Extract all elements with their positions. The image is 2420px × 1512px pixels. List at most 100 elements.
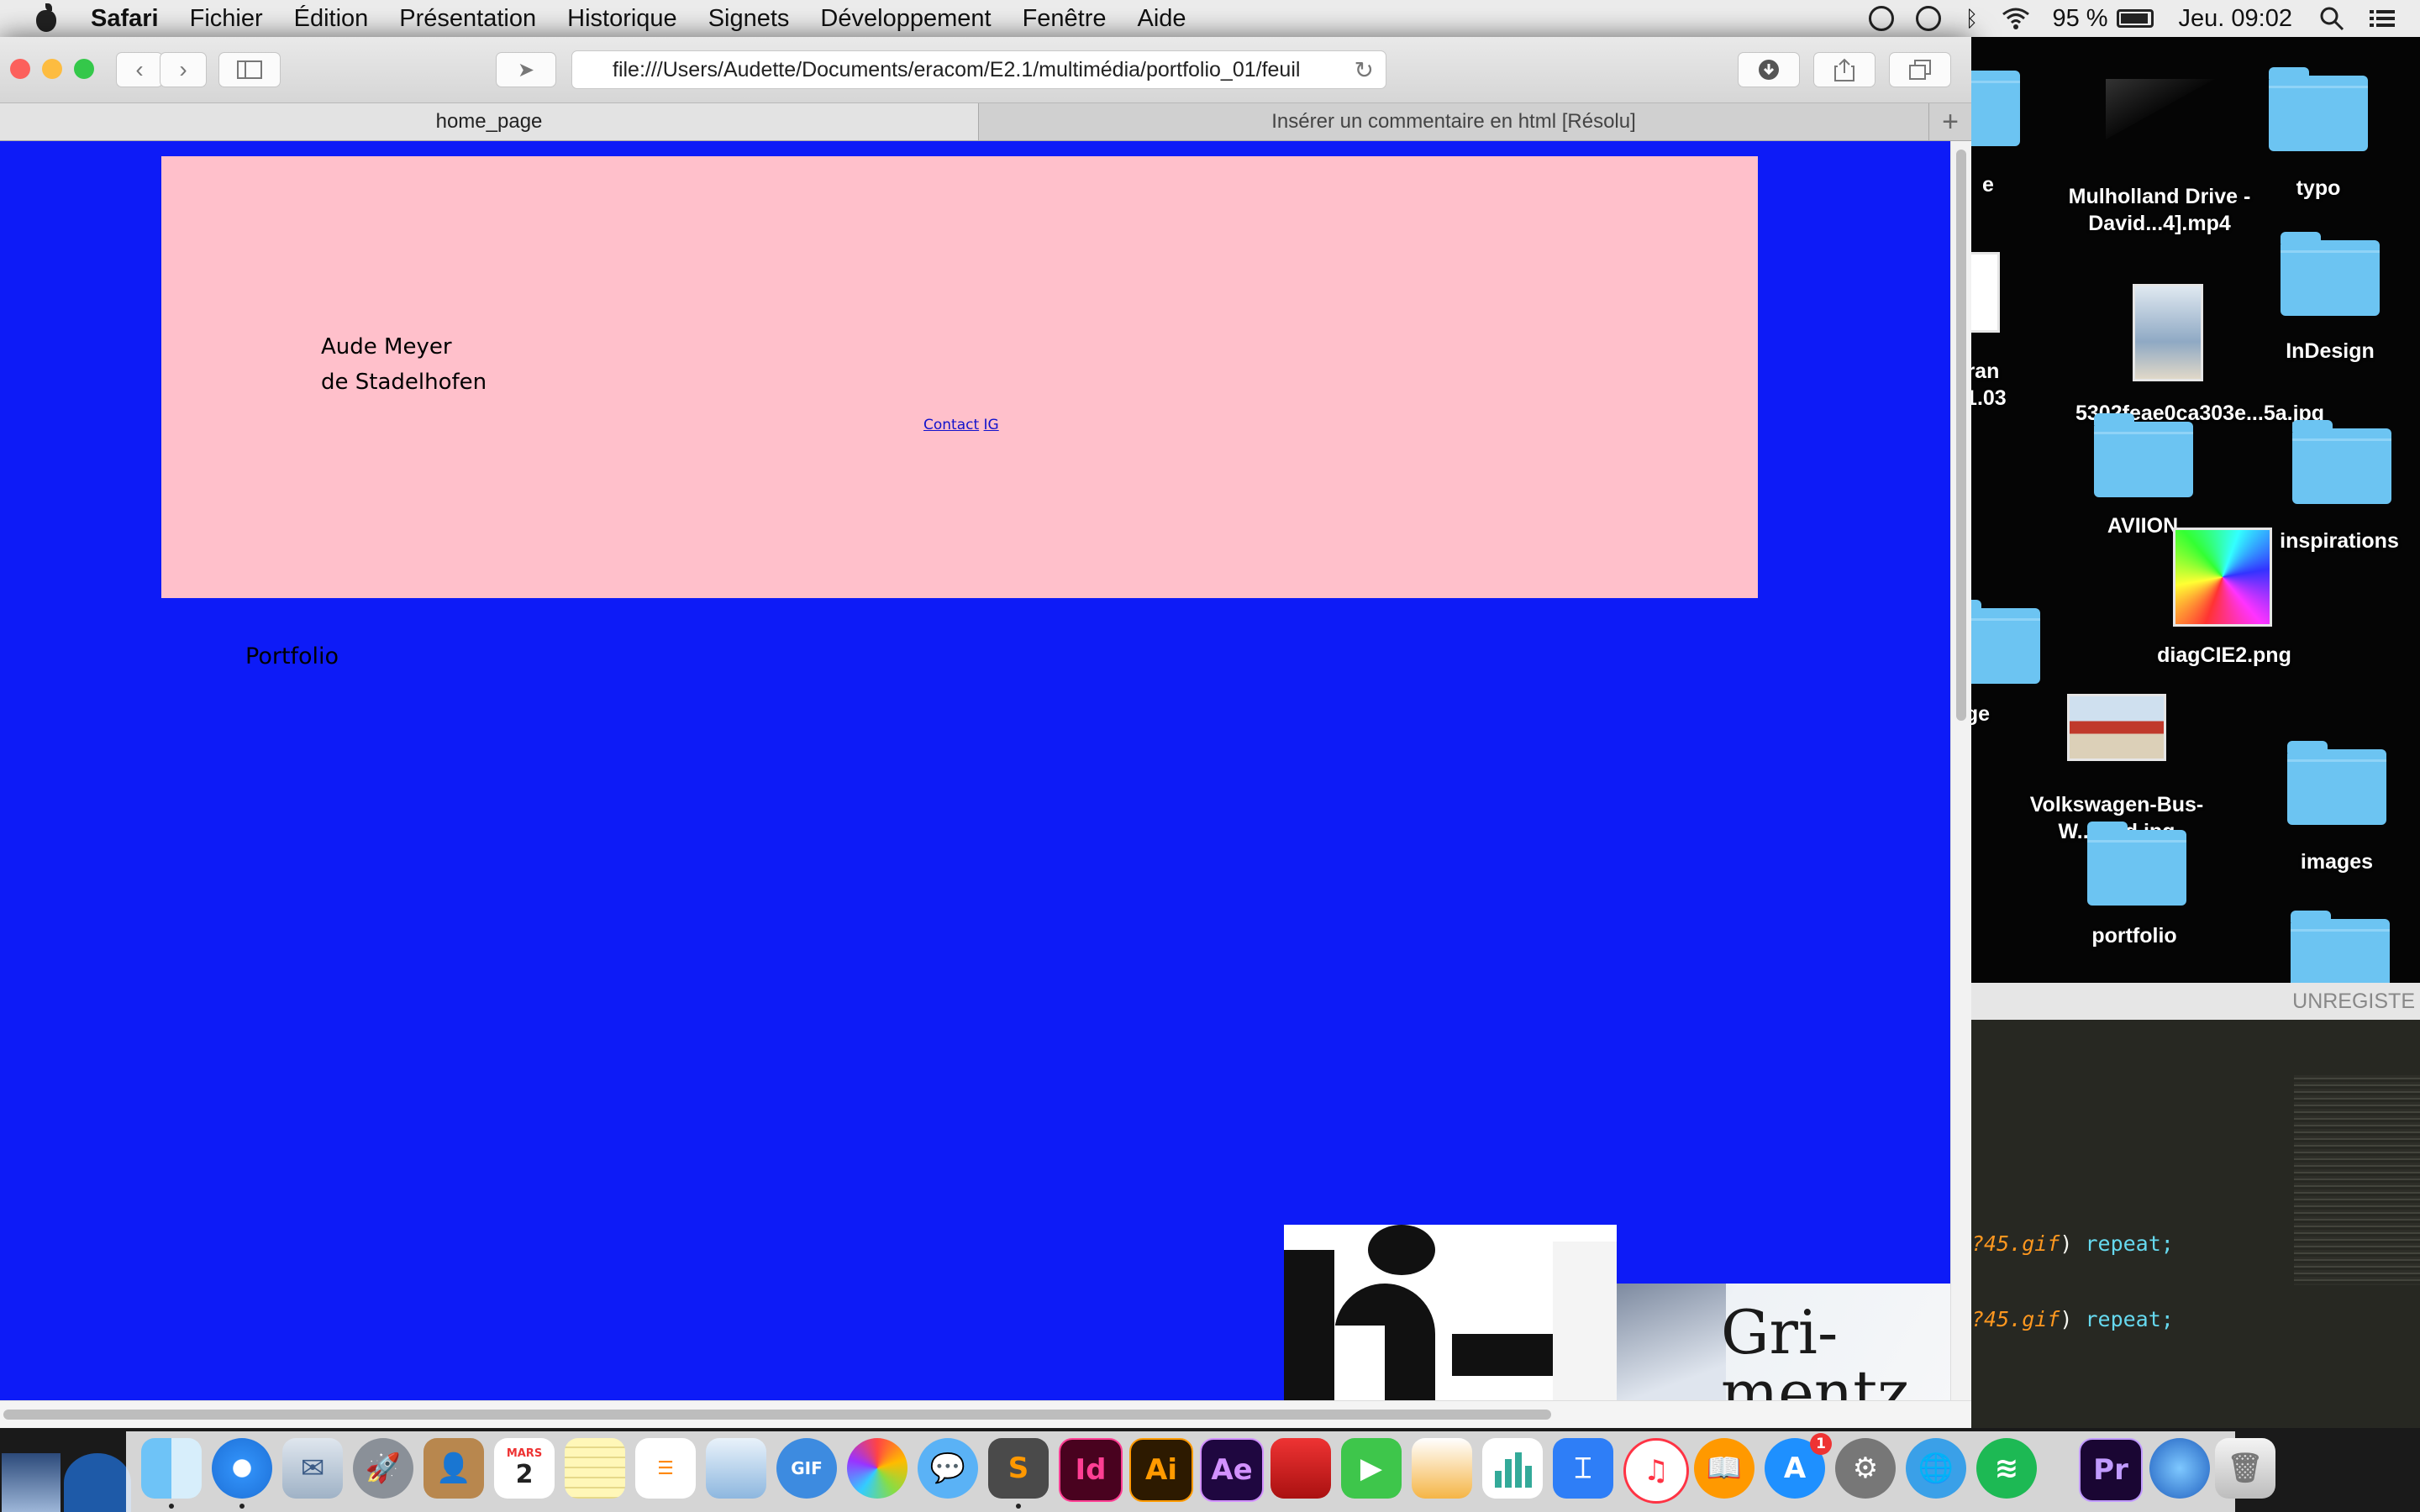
typo-folder-icon[interactable]: [2269, 67, 2368, 151]
premiere-icon[interactable]: Pr: [2079, 1438, 2143, 1502]
portfolio-thumbnail-typography[interactable]: [1284, 1225, 1617, 1418]
creative-cloud-icon[interactable]: [1869, 6, 1895, 31]
reminders-icon[interactable]: ☰: [635, 1438, 696, 1499]
menu-edition[interactable]: Édition: [294, 5, 369, 33]
dock-folder-stack-icon[interactable]: [2, 1453, 60, 1512]
sync-icon[interactable]: [1916, 6, 1942, 31]
photos-icon[interactable]: [847, 1438, 908, 1499]
trash-icon[interactable]: 🗑: [2215, 1438, 2275, 1499]
tab-home-page[interactable]: home_page: [0, 103, 979, 140]
flashcards-icon[interactable]: [1270, 1438, 1331, 1499]
zoom-window-button[interactable]: [74, 59, 94, 79]
reload-icon[interactable]: ↻: [1355, 56, 1374, 84]
finder-icon[interactable]: [141, 1438, 202, 1499]
menu-aide[interactable]: Aide: [1138, 5, 1186, 33]
close-window-button[interactable]: [10, 59, 30, 79]
globe-icon[interactable]: [2149, 1438, 2210, 1499]
notes-icon[interactable]: [565, 1438, 625, 1499]
sidebar-button[interactable]: [218, 52, 281, 87]
illustrator-icon[interactable]: Ai: [1129, 1438, 1193, 1502]
menu-app-name[interactable]: Safari: [91, 5, 159, 33]
menu-developpement[interactable]: Développement: [820, 5, 991, 33]
scrollbar-thumb[interactable]: [1956, 150, 1966, 721]
wifi-icon[interactable]: [2002, 6, 2030, 31]
safari-icon[interactable]: [212, 1438, 272, 1499]
indesign-icon[interactable]: Id: [1059, 1438, 1123, 1502]
messages-icon[interactable]: 💬: [918, 1438, 978, 1499]
settings-icon[interactable]: ⚙: [1835, 1438, 1896, 1499]
desktop-item-mulholland[interactable]: Mulholland Drive - David...4].mp4: [2067, 183, 2252, 237]
contacts-icon[interactable]: 👤: [424, 1438, 484, 1499]
appstore-icon[interactable]: A1: [1765, 1433, 1832, 1499]
jpg-file-icon[interactable]: [2067, 694, 2166, 761]
keynote-icon[interactable]: ⌶: [1553, 1438, 1613, 1499]
folder-icon[interactable]: [1971, 600, 2040, 684]
instagram-link[interactable]: IG: [984, 417, 999, 433]
preview-icon[interactable]: [706, 1438, 766, 1499]
contact-link[interactable]: Contact: [923, 417, 979, 433]
menu-historique[interactable]: Historique: [567, 5, 677, 33]
battery-icon[interactable]: [2116, 9, 2154, 28]
network-icon[interactable]: 🌐: [1906, 1438, 1966, 1499]
new-tab-button[interactable]: +: [1928, 103, 1971, 140]
address-bar[interactable]: file:///Users/Audette/Documents/eracom/E…: [571, 50, 1386, 89]
dock-user-avatar-icon[interactable]: [64, 1453, 131, 1512]
folder-icon[interactable]: [1971, 71, 2020, 146]
back-button[interactable]: ‹: [116, 52, 163, 87]
facetime-icon[interactable]: ▶: [1341, 1438, 1402, 1499]
desktop-item-diagcie2[interactable]: diagCIE2.png: [2136, 642, 2312, 669]
pages-icon[interactable]: [1412, 1438, 1472, 1499]
scrollbar-thumb[interactable]: [3, 1410, 1551, 1420]
ibooks-icon[interactable]: 📖: [1694, 1438, 1754, 1499]
downloads-button[interactable]: [1738, 52, 1800, 87]
menu-fenetre[interactable]: Fenêtre: [1023, 5, 1107, 33]
menu-signets[interactable]: Signets: [708, 5, 790, 33]
desktop-item-images[interactable]: images: [2253, 848, 2420, 875]
screenshot-file-icon[interactable]: [1971, 252, 2000, 333]
bluetooth-icon[interactable]: ᛒ: [1963, 6, 1980, 31]
itunes-icon[interactable]: ♫: [1623, 1438, 1689, 1504]
notification-center-icon[interactable]: [2370, 6, 2398, 31]
desktop-item-typo[interactable]: typo: [2234, 175, 2402, 202]
png-file-icon[interactable]: [2173, 528, 2272, 627]
aftereffects-icon[interactable]: Ae: [1200, 1438, 1264, 1502]
calendar-icon[interactable]: MARS 2: [494, 1438, 555, 1499]
spotify-icon[interactable]: ≋: [1976, 1438, 2037, 1499]
share-button[interactable]: [1813, 52, 1876, 87]
jpg-file-icon[interactable]: [2133, 284, 2203, 381]
tabs-overview-button[interactable]: [1889, 52, 1951, 87]
menu-presentation[interactable]: Présentation: [399, 5, 536, 33]
code-line[interactable]: ?45.gif) repeat;: [1971, 1231, 2174, 1256]
desktop-item-partial-orge[interactable]: orge: [1971, 701, 2022, 727]
clock[interactable]: Jeu. 09:02: [2179, 5, 2292, 33]
reader-icon[interactable]: ➤: [496, 52, 556, 87]
launchpad-icon[interactable]: 🚀: [353, 1438, 413, 1499]
mail-icon[interactable]: ✉: [282, 1438, 343, 1499]
aviion-folder-icon[interactable]: [2094, 413, 2193, 497]
desktop-item-capture[interactable]: écran 5.41.03: [1971, 358, 2030, 412]
vertical-scrollbar[interactable]: [1950, 141, 1971, 1401]
editor-minimap[interactable]: [2294, 1075, 2420, 1285]
images-folder-icon[interactable]: [2287, 741, 2386, 825]
sublime-icon[interactable]: S: [988, 1438, 1049, 1499]
video-file-icon[interactable]: [2106, 79, 2215, 139]
indesign-folder-icon[interactable]: [2281, 232, 2380, 316]
spotlight-search-icon[interactable]: [2319, 6, 2348, 31]
horizontal-scrollbar[interactable]: [0, 1400, 1971, 1428]
code-line[interactable]: ?45.gif) repeat;: [1971, 1307, 2174, 1331]
portfolio-folder-icon[interactable]: [2087, 822, 2186, 906]
numbers-icon[interactable]: [1482, 1438, 1543, 1499]
desktop-item-partial-e[interactable]: e: [1971, 171, 2072, 198]
portfolio-thumbnail-poster[interactable]: Gri- mentz: [1617, 1284, 1951, 1418]
desktop-item-inspirations[interactable]: inspirations: [2255, 528, 2420, 554]
minimize-window-button[interactable]: [42, 59, 62, 79]
forward-button[interactable]: ›: [160, 52, 207, 87]
apple-menu-icon[interactable]: [34, 3, 59, 34]
gif-icon[interactable]: GIF: [776, 1438, 837, 1499]
tab-inserer-commentaire[interactable]: Insérer un commentaire en html [Résolu]: [979, 103, 1928, 140]
battery-percent: 95 %: [2052, 4, 2108, 32]
menu-fichier[interactable]: Fichier: [190, 5, 263, 33]
inspirations-folder-icon[interactable]: [2292, 420, 2391, 504]
desktop-item-indesign[interactable]: InDesign: [2246, 338, 2414, 365]
desktop-item-portfolio[interactable]: portfolio: [2050, 922, 2218, 949]
